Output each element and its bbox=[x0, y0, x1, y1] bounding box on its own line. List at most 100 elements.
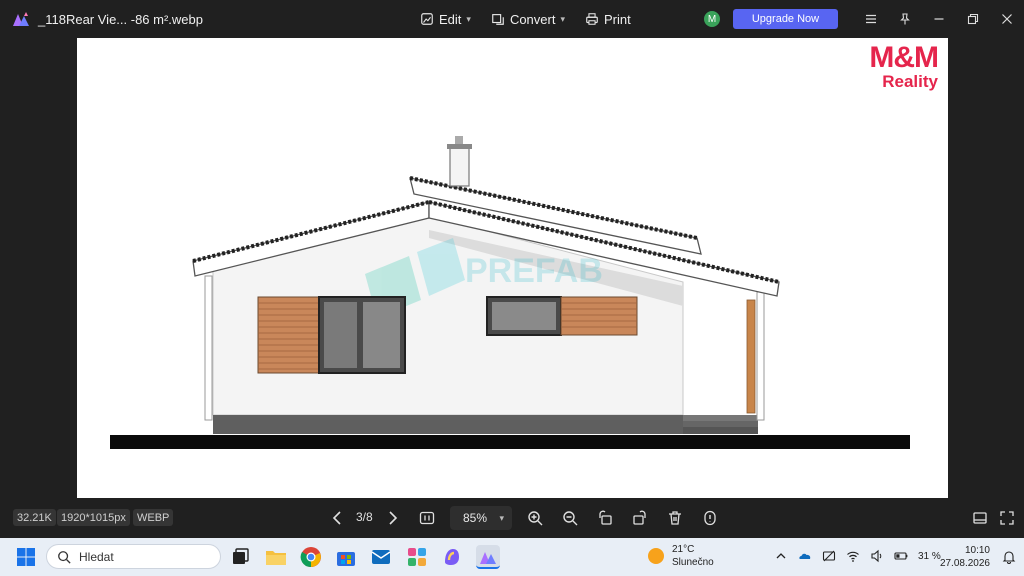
restore-icon bbox=[967, 13, 979, 25]
convert-menu-label: Convert bbox=[509, 11, 556, 27]
chevron-down-icon: ▾ bbox=[499, 512, 504, 523]
clock[interactable]: 10:10 27.08.2026 bbox=[940, 544, 990, 570]
search-placeholder: Hledat bbox=[79, 549, 114, 564]
copilot-icon bbox=[445, 549, 459, 565]
edit-menu[interactable]: Edit ▾ bbox=[420, 12, 471, 27]
sun-icon bbox=[648, 548, 664, 564]
weather-description: Slunečno bbox=[672, 557, 714, 568]
chevron-down-icon: ▾ bbox=[560, 13, 565, 24]
title-right: M Upgrade Now bbox=[704, 0, 1024, 38]
avatar[interactable]: M bbox=[704, 11, 720, 27]
weather-widget[interactable]: 21°C Slunečno bbox=[648, 543, 714, 569]
zoom-out-button[interactable] bbox=[560, 508, 580, 528]
image-canvas[interactable]: PREFAB M&M Reality bbox=[77, 38, 948, 498]
minimize-button[interactable] bbox=[922, 0, 956, 38]
image-viewer-taskbar-button[interactable] bbox=[476, 545, 500, 569]
hamburger-icon bbox=[866, 14, 876, 24]
rotate-left-button[interactable] bbox=[595, 508, 615, 528]
print-label: Print bbox=[604, 11, 631, 27]
clock-time: 10:10 bbox=[964, 545, 990, 556]
file-title: _118Rear Vie... -86 m².webp bbox=[38, 11, 203, 27]
mail-icon bbox=[371, 550, 391, 564]
image-viewer-window: _118Rear Vie... -86 m².webp Edit ▾ Conve… bbox=[0, 0, 1024, 538]
battery-percent: 31 % bbox=[918, 550, 941, 562]
previous-image-button[interactable] bbox=[328, 508, 348, 528]
toolbar-menu: Edit ▾ Convert ▾ Print bbox=[420, 0, 631, 38]
format-badge: WEBP bbox=[133, 509, 174, 526]
pin-icon bbox=[900, 13, 910, 25]
fullscreen-icon bbox=[1000, 511, 1014, 525]
fullscreen-button[interactable] bbox=[997, 508, 1017, 528]
chrome-icon bbox=[300, 547, 321, 568]
layout-button[interactable] bbox=[970, 508, 990, 528]
layout-icon bbox=[973, 512, 987, 524]
outlook-button[interactable] bbox=[369, 545, 393, 569]
windows-taskbar: Hledat 21°C Slunečno 31 % 10:10 27.08.20… bbox=[0, 538, 1024, 576]
upgrade-now-button[interactable]: Upgrade Now bbox=[733, 9, 838, 29]
bell-icon[interactable] bbox=[1002, 550, 1016, 564]
page-indicator: 3/8 bbox=[356, 510, 373, 524]
onedrive-icon[interactable] bbox=[798, 549, 812, 563]
rotate-right-icon bbox=[633, 510, 646, 525]
printer-icon bbox=[586, 13, 598, 25]
brand-logo: M&M Reality bbox=[869, 41, 939, 92]
status-bar: 32.21K 1920*1015px WEBP 3/8 85% ▾ bbox=[0, 498, 1024, 538]
battery-icon[interactable] bbox=[894, 549, 908, 563]
search-icon bbox=[58, 550, 71, 564]
zoom-in-icon bbox=[528, 511, 543, 526]
brand-logo-line2: Reality bbox=[882, 72, 938, 91]
info-button[interactable] bbox=[700, 508, 720, 528]
delete-button[interactable] bbox=[665, 508, 685, 528]
print-button[interactable]: Print bbox=[585, 12, 631, 27]
store-button[interactable] bbox=[334, 545, 358, 569]
info-icon bbox=[704, 510, 716, 526]
chrome-button[interactable] bbox=[299, 545, 323, 569]
menu-button[interactable] bbox=[854, 0, 888, 38]
rotate-right-button[interactable] bbox=[630, 508, 650, 528]
folder-icon bbox=[266, 551, 286, 565]
windows-logo-icon bbox=[17, 548, 35, 566]
start-button[interactable] bbox=[14, 545, 38, 569]
wifi-icon[interactable] bbox=[846, 549, 860, 563]
image-viewer-icon bbox=[480, 552, 496, 564]
close-button[interactable] bbox=[990, 0, 1024, 38]
fit-screen-icon bbox=[419, 511, 435, 525]
taskbar-search[interactable]: Hledat bbox=[46, 544, 221, 569]
fit-to-window-button[interactable] bbox=[417, 508, 437, 528]
office-button[interactable] bbox=[405, 545, 429, 569]
close-icon bbox=[1002, 14, 1012, 24]
chevron-left-icon bbox=[332, 511, 341, 525]
system-tray: 31 % bbox=[774, 549, 941, 563]
file-explorer-button[interactable] bbox=[264, 545, 288, 569]
app-logo-icon bbox=[13, 12, 29, 26]
zoom-value: 85% bbox=[463, 511, 488, 525]
minimize-icon bbox=[934, 18, 944, 20]
zoom-out-icon bbox=[563, 511, 578, 526]
house-elevation-drawing: PREFAB bbox=[110, 136, 910, 449]
next-image-button[interactable] bbox=[382, 508, 402, 528]
do-not-disturb-icon[interactable] bbox=[822, 549, 836, 563]
zoom-in-button[interactable] bbox=[525, 508, 545, 528]
clock-date: 27.08.2026 bbox=[939, 558, 990, 569]
edit-menu-label: Edit bbox=[439, 11, 462, 27]
pin-button[interactable] bbox=[888, 0, 922, 38]
dimensions-badge: 1920*1015px bbox=[57, 509, 130, 526]
convert-icon bbox=[492, 14, 504, 25]
zoom-select[interactable]: 85% ▾ bbox=[450, 506, 512, 530]
title-left: _118Rear Vie... -86 m².webp bbox=[12, 0, 203, 38]
rotate-left-icon bbox=[599, 510, 612, 525]
copilot-button[interactable] bbox=[440, 545, 464, 569]
task-view-icon bbox=[233, 548, 249, 564]
brand-logo-line1: M&M bbox=[869, 41, 939, 74]
convert-menu[interactable]: Convert ▾ bbox=[491, 12, 565, 27]
chevron-right-icon bbox=[389, 511, 398, 525]
office-apps-icon bbox=[408, 548, 426, 566]
chevron-down-icon: ▾ bbox=[466, 13, 471, 24]
task-view-button[interactable] bbox=[228, 545, 252, 569]
volume-icon[interactable] bbox=[870, 549, 884, 563]
temperature: 21°C bbox=[672, 544, 695, 555]
restore-button[interactable] bbox=[956, 0, 990, 38]
chevron-up-icon[interactable] bbox=[774, 549, 788, 563]
trash-icon bbox=[669, 511, 681, 525]
store-icon bbox=[337, 552, 355, 566]
